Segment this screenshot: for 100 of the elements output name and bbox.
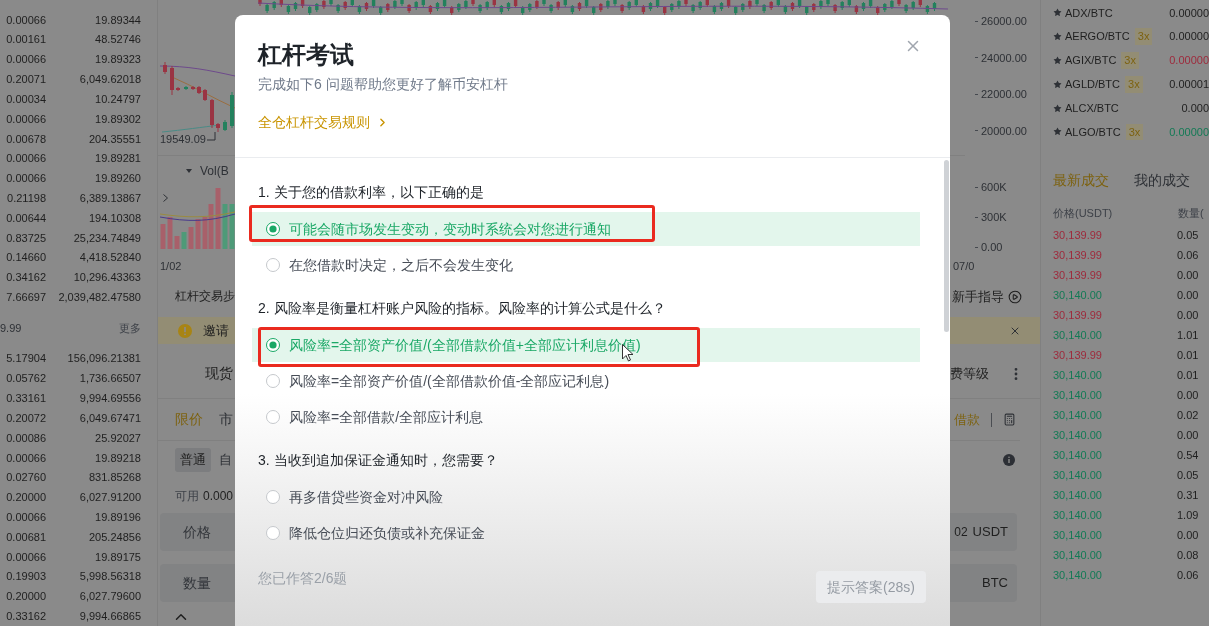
total-text: 831.85268 — [89, 470, 141, 486]
radio-unchecked-icon — [266, 526, 280, 540]
info-icon[interactable] — [1003, 454, 1015, 466]
trade-price: 30,140.00 — [1053, 467, 1103, 483]
trade-amount: 0.00 — [1177, 427, 1199, 443]
trade-amount: 0.01 — [1177, 367, 1199, 383]
total-text: 6,389.13867 — [79, 190, 141, 206]
total-text: 10.24797 — [95, 91, 141, 107]
warning-icon — [178, 323, 192, 338]
trade-price: 30,140.00 — [1053, 327, 1103, 343]
star-icon[interactable] — [1053, 32, 1062, 42]
total-text: 19.89260 — [95, 171, 141, 187]
radio-checked-icon — [266, 338, 280, 352]
mode-tab[interactable]: 自 — [219, 448, 232, 472]
pair-name[interactable]: AERGO/BTC — [1065, 28, 1130, 45]
star-icon[interactable] — [1053, 103, 1062, 113]
amount-text: 0.00066 — [5, 171, 46, 187]
trade-amount: 0.31 — [1177, 487, 1199, 503]
star-icon[interactable] — [1053, 8, 1062, 18]
amount-text: 0.00066 — [5, 509, 46, 525]
column-header: 数量( — [1178, 205, 1204, 221]
dialog-title: 杠杆考试 — [258, 40, 354, 70]
trade-amount: 0.00 — [1177, 387, 1199, 403]
trade-price: 30,140.00 — [1053, 427, 1103, 443]
more-link[interactable]: 更多 — [119, 319, 141, 337]
trade-amount: 0.00 — [1177, 307, 1199, 323]
amount-text: 0.00161 — [5, 32, 46, 48]
date-label: 07/0 — [953, 259, 975, 273]
axis-label: 26000.00 — [981, 14, 1027, 29]
radio-unchecked-icon — [266, 258, 280, 272]
mode-tab[interactable]: 普通 — [175, 448, 211, 472]
trade-price: 30,140.00 — [1053, 527, 1103, 543]
total-text: 156,096.21381 — [67, 351, 141, 367]
amount-text: 0.02760 — [5, 470, 46, 486]
leverage-badge: 3x — [1121, 52, 1139, 69]
candle — [203, 88, 207, 102]
trade-price: 30,139.99 — [1053, 227, 1103, 243]
answer-option[interactable]: 风险率=全部借款/全部应计利息 — [252, 400, 488, 434]
star-icon[interactable] — [1053, 79, 1062, 89]
candle — [191, 85, 195, 91]
mid-price-text: 9.99 — [0, 320, 22, 336]
trades-tab[interactable]: 我的成交 — [1134, 170, 1190, 192]
pair-price: 0.00000 — [1168, 124, 1209, 140]
amount-text: 0.33162 — [5, 609, 46, 624]
amount-text: 0.00678 — [5, 131, 46, 147]
trade-amount: 0.05 — [1177, 467, 1199, 483]
progress-text: 您已作答2/6题 — [258, 569, 348, 588]
amount-text: 0.20000 — [5, 490, 46, 506]
answer-option[interactable]: 可能会随市场发生变动，变动时系统会对您进行通知 — [252, 212, 920, 246]
candle — [176, 86, 180, 92]
candle — [170, 65, 174, 96]
trade-amount: 0.06 — [1177, 247, 1199, 263]
section-title: 杠杆交易步 — [175, 288, 235, 304]
amount-text: 0.00086 — [5, 430, 46, 446]
answer-option[interactable]: 降低仓位归还负债或补充保证金 — [252, 516, 489, 550]
amount-text: 0.20072 — [5, 410, 46, 426]
caret-down-icon[interactable] — [186, 169, 192, 173]
order-type-tab[interactable]: 市 — [219, 409, 233, 430]
radio-unchecked-icon — [266, 490, 280, 504]
guide-link[interactable]: 新手指导 — [952, 286, 1022, 307]
star-icon[interactable] — [1053, 56, 1062, 65]
answer-option[interactable]: 风险率=全部资产价值/(全部借款价值-全部应记利息) — [252, 364, 614, 398]
scrollbar-thumb[interactable] — [944, 160, 949, 332]
axis-label: 0.00 — [981, 239, 1003, 255]
amount-text: 0.00066 — [5, 450, 46, 466]
pair-name[interactable]: AGIX/BTC — [1065, 52, 1117, 69]
amount-text: 0.00066 — [5, 151, 46, 167]
account-tab[interactable]: 现货 — [205, 363, 233, 384]
pair-name[interactable]: ADX/BTC — [1065, 4, 1113, 22]
question-text: 2. 风险率是衡量杠杆账户风险的指标。风险率的计算公式是什么？ — [257, 299, 666, 318]
trade-price: 30,140.00 — [1053, 367, 1103, 383]
total-text: 25.92027 — [95, 430, 141, 446]
total-text: 6,049.67471 — [79, 410, 141, 426]
total-text: 204.35551 — [89, 131, 141, 147]
star-icon[interactable] — [1053, 127, 1062, 137]
amount-text: 0.33161 — [5, 391, 46, 407]
amount-text: 0.00066 — [5, 549, 46, 565]
amount-text: 0.20000 — [5, 589, 46, 605]
answer-option[interactable]: 在您借款时决定，之后不会发生变化 — [252, 248, 517, 282]
trade-amount: 0.05 — [1177, 227, 1199, 243]
fee-link[interactable]: 费等级 — [950, 363, 989, 384]
amount-text: 0.19903 — [5, 569, 46, 585]
calculator-icon[interactable] — [1003, 413, 1016, 426]
total-text: 1,736.66507 — [79, 371, 141, 387]
pair-name[interactable]: ALCX/BTC — [1065, 99, 1119, 117]
axis-label: 24000.00 — [981, 50, 1027, 66]
trade-price: 30,140.00 — [1053, 407, 1103, 423]
answer-option[interactable]: 再多借贷些资金对冲风险 — [252, 480, 447, 514]
trade-price: 30,140.00 — [1053, 487, 1103, 503]
pair-name[interactable]: ALGO/BTC — [1065, 123, 1121, 141]
pair-name[interactable]: AGLD/BTC — [1065, 76, 1120, 93]
question-text: 3. 当收到追加保证金通知时，您需要？ — [257, 451, 498, 470]
total-text: 19.89344 — [95, 12, 141, 28]
expand-icon[interactable] — [163, 194, 168, 202]
unit-label: USDT — [972, 523, 1008, 542]
amount-text: 0.00066 — [5, 111, 46, 127]
total-text: 9,994.69556 — [79, 391, 141, 407]
field-value: 02 — [954, 524, 968, 541]
amount-text: 0.00034 — [5, 91, 46, 107]
rules-link[interactable]: 全仓杠杆交易规则 — [258, 112, 389, 132]
